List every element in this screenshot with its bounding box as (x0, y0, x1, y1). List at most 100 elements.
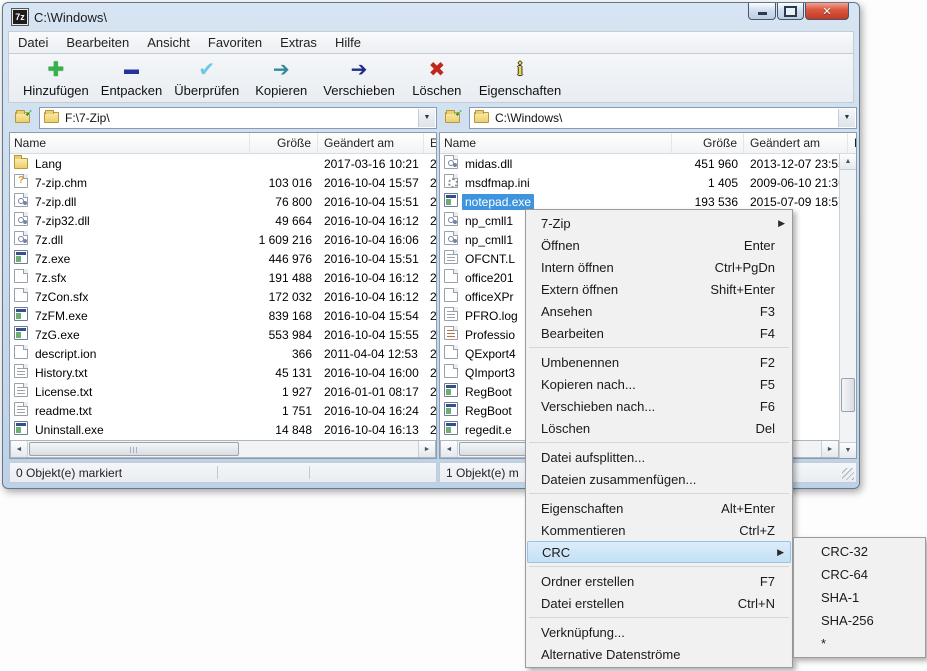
toolbar-entpacken-button[interactable]: ▬Entpacken (95, 56, 168, 99)
chevron-down-icon[interactable]: ▼ (418, 109, 435, 127)
resize-grip[interactable] (842, 468, 854, 480)
minimize-button[interactable] (748, 3, 776, 20)
column-header-erstellt[interactable]: Erstellt (848, 133, 857, 153)
crc-submenu-item-item[interactable]: * (795, 632, 924, 655)
file-row[interactable]: 7zFM.exe839 1682016-10-04 15:542017-03 (10, 306, 436, 325)
column-header-name[interactable]: Name (10, 133, 250, 153)
crc-submenu-item-crc-64[interactable]: CRC-64 (795, 563, 924, 586)
crc-submenu-item-crc-32[interactable]: CRC-32 (795, 540, 924, 563)
scroll-right-icon[interactable]: ► (821, 441, 838, 457)
scroll-left-icon[interactable]: ◄ (11, 441, 28, 457)
file-size: 1 405 (672, 176, 744, 190)
file-row[interactable]: 7-zip32.dll49 6642016-10-04 16:122017-03 (10, 211, 436, 230)
parent-folder-button[interactable]: ➹ (439, 107, 465, 129)
scroll-left-icon[interactable]: ◄ (441, 441, 458, 457)
file-row[interactable]: 7-zip.chm103 0162016-10-04 15:572017-03 (10, 173, 436, 192)
toolbar-verschieben-button[interactable]: ➔Verschieben (317, 56, 401, 99)
left-horizontal-scrollbar[interactable]: ◄ ► (10, 440, 436, 458)
context-menu-item-intern-ffnen[interactable]: Intern öffnenCtrl+PgDn (527, 256, 791, 278)
window-title: C:\Windows\ (34, 10, 107, 25)
context-menu-item-verschieben-nach[interactable]: Verschieben nach...F6 (527, 395, 791, 417)
right-vertical-scrollbar[interactable]: ▲ ▼ (839, 154, 856, 458)
context-menu-item-ansehen[interactable]: AnsehenF3 (527, 300, 791, 322)
scrollbar-thumb[interactable] (841, 378, 855, 412)
menubar-item-ansicht[interactable]: Ansicht (138, 33, 199, 52)
context-menu-item-dateien-zusammenf-gen[interactable]: Dateien zusammenfügen... (527, 468, 791, 490)
column-header-gr-e[interactable]: Größe (250, 133, 318, 153)
file-row[interactable]: 7zG.exe553 9842016-10-04 15:552017-03 (10, 325, 436, 344)
column-header-ge-ndert-am[interactable]: Geändert am (744, 133, 848, 153)
context-menu-item-crc[interactable]: CRC▶ (527, 541, 791, 563)
file-row[interactable]: Lang2017-03-16 10:212017-03 (10, 154, 436, 173)
menubar-item-datei[interactable]: Datei (9, 33, 57, 52)
left-path-combobox[interactable]: F:\7-Zip\ ▼ (39, 107, 437, 129)
scroll-track[interactable] (840, 170, 856, 377)
column-header-ge-ndert-am[interactable]: Geändert am (318, 133, 424, 153)
file-name: Uninstall.exe (32, 422, 250, 438)
file-row[interactable]: License.txt1 9272016-01-01 08:172017-03 (10, 382, 436, 401)
menubar-item-hilfe[interactable]: Hilfe (326, 33, 370, 52)
file-row[interactable]: 7z.sfx191 4882016-10-04 16:122017-03 (10, 268, 436, 287)
context-menu-item-umbenennen[interactable]: UmbenennenF2 (527, 351, 791, 373)
toolbar-l-schen-button[interactable]: ✖Löschen (401, 56, 473, 99)
menubar-item-bearbeiten[interactable]: Bearbeiten (57, 33, 138, 52)
file-modified: 2011-04-04 12:53 (318, 347, 424, 361)
crc-submenu-item-sha-1[interactable]: SHA-1 (795, 586, 924, 609)
file-modified: 2016-10-04 15:51 (318, 195, 424, 209)
file-row[interactable]: Uninstall.exe14 8482016-10-04 16:132017-… (10, 420, 436, 439)
file-row[interactable]: readme.txt1 7512016-10-04 16:242017-03 (10, 401, 436, 420)
right-path-combobox[interactable]: C:\Windows\ ▼ (469, 107, 857, 129)
file-name: descript.ion (32, 346, 250, 362)
scrollbar-thumb[interactable] (29, 442, 239, 456)
file-modified: 2016-10-04 16:00 (318, 366, 424, 380)
file-row[interactable]: msdfmap.ini1 4052009-06-10 21:362009-0 (440, 173, 856, 192)
context-menu-item-datei-aufsplitten[interactable]: Datei aufsplitten... (527, 446, 791, 468)
close-button[interactable] (805, 3, 849, 20)
context-menu-item-eigenschaften[interactable]: EigenschaftenAlt+Enter (527, 497, 791, 519)
file-name: 7zG.exe (32, 327, 250, 343)
file-row[interactable]: 7z.exe446 9762016-10-04 15:512017-03 (10, 249, 436, 268)
crc-submenu-item-sha-256[interactable]: SHA-256 (795, 609, 924, 632)
context-menu-item-7-zip[interactable]: 7-Zip▶ (527, 212, 791, 234)
context-menu-item-ffnen[interactable]: ÖffnenEnter (527, 234, 791, 256)
title-bar[interactable]: 7z C:\Windows\ (3, 3, 859, 31)
scroll-up-icon[interactable]: ▲ (840, 154, 856, 170)
file-size: 446 976 (250, 252, 318, 266)
scroll-track[interactable] (840, 413, 856, 442)
context-menu-item-verkn-pfung[interactable]: Verknüpfung... (527, 621, 791, 643)
toolbar-berpr-fen-button[interactable]: ✔Überprüfen (168, 56, 245, 99)
menubar-item-favoriten[interactable]: Favoriten (199, 33, 271, 52)
toolbar-hinzuf-gen-button[interactable]: ✚Hinzufügen (17, 56, 95, 99)
add-plus-icon: ✚ (48, 57, 65, 83)
file-row[interactable]: 7zCon.sfx172 0322016-10-04 16:122017-03 (10, 287, 436, 306)
menu-item-label: Öffnen (541, 238, 744, 253)
file-row[interactable]: 7-zip.dll76 8002016-10-04 15:512017-03 (10, 192, 436, 211)
menubar-item-extras[interactable]: Extras (271, 33, 326, 52)
column-header-erstellt[interactable]: Erstellt (424, 133, 436, 153)
context-menu-item-ordner-erstellen[interactable]: Ordner erstellenF7 (527, 570, 791, 592)
file-row[interactable]: History.txt45 1312016-10-04 16:002017-03 (10, 363, 436, 382)
scroll-right-icon[interactable]: ► (418, 441, 435, 457)
file-size: 1 751 (250, 404, 318, 418)
chevron-down-icon[interactable]: ▼ (838, 109, 855, 127)
context-menu-item-datei-erstellen[interactable]: Datei erstellenCtrl+N (527, 592, 791, 614)
file-row[interactable]: 7z.dll1 609 2162016-10-04 16:062017-03 (10, 230, 436, 249)
parent-folder-button[interactable]: ➹ (9, 107, 35, 129)
column-header-gr-e[interactable]: Größe (672, 133, 744, 153)
file-row[interactable]: descript.ion3662011-04-04 12:532017-03 (10, 344, 436, 363)
file-size: 1 927 (250, 385, 318, 399)
menu-separator (529, 617, 789, 618)
context-menu-item-alternative-datenstr-me[interactable]: Alternative Datenströme (527, 643, 791, 665)
restore-button[interactable] (777, 3, 804, 20)
context-menu-item-extern-ffnen[interactable]: Extern öffnenShift+Enter (527, 278, 791, 300)
scroll-down-icon[interactable]: ▼ (840, 442, 856, 458)
toolbar-kopieren-button[interactable]: ➔Kopieren (245, 56, 317, 99)
help-icon (10, 174, 32, 191)
column-header-name[interactable]: Name (440, 133, 672, 153)
context-menu-item-kopieren-nach[interactable]: Kopieren nach...F5 (527, 373, 791, 395)
context-menu-item-l-schen[interactable]: LöschenDel (527, 417, 791, 439)
context-menu-item-bearbeiten[interactable]: BearbeitenF4 (527, 322, 791, 344)
context-menu-item-kommentieren[interactable]: KommentierenCtrl+Z (527, 519, 791, 541)
file-row[interactable]: midas.dll451 9602013-12-07 23:552016-0 (440, 154, 856, 173)
toolbar-eigenschaften-button[interactable]: iEigenschaften (473, 56, 567, 99)
